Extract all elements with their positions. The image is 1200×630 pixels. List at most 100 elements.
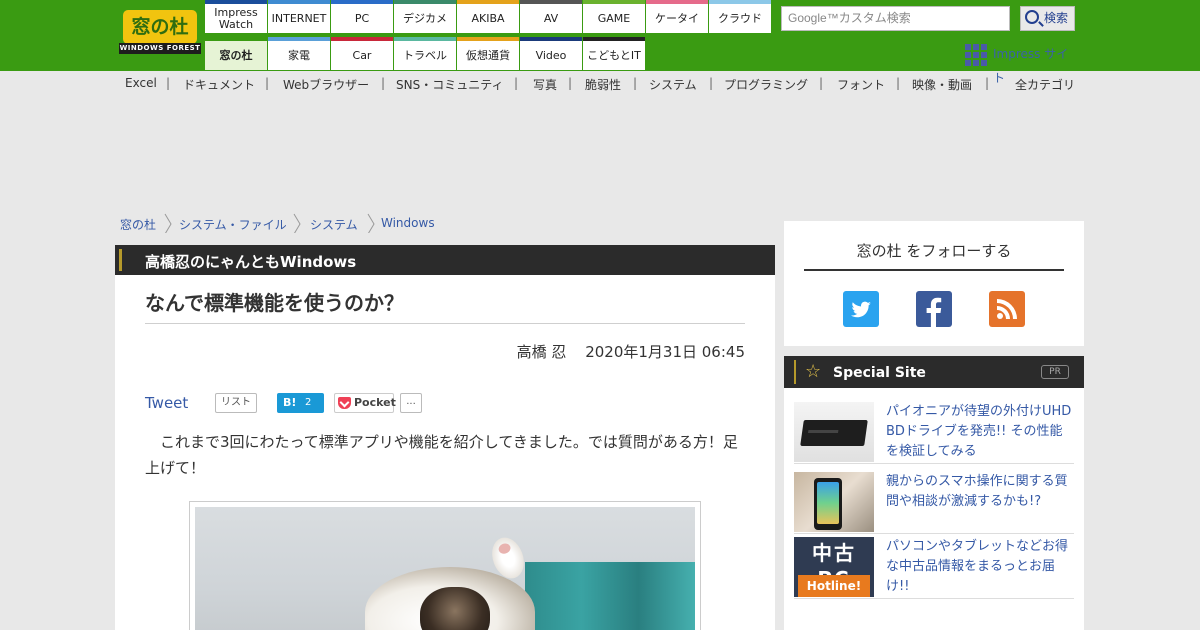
- pocket-count[interactable]: ...: [400, 393, 422, 413]
- nav-item[interactable]: PC: [331, 0, 393, 33]
- series-accent: [119, 249, 122, 271]
- search-button[interactable]: 検索: [1020, 6, 1075, 31]
- photo-curtain: [525, 562, 695, 630]
- special-item-text[interactable]: パソコンやタブレットなどお得な中古品情報をまるっとお届け!!: [886, 537, 1074, 597]
- special-item-used-pc[interactable]: 中古PC Hotline! パソコンやタブレットなどお得な中古品情報をまるっとお…: [794, 533, 1074, 599]
- category-link[interactable]: SNS・コミュニティ: [396, 76, 504, 93]
- article-date: 2020年1月31日 06:45: [585, 343, 745, 361]
- article-title: なんで標準機能を使うのか？: [145, 291, 404, 315]
- category-separator: |: [819, 76, 824, 90]
- category-link[interactable]: 脆弱性: [585, 76, 621, 93]
- logo-subtitle: WINDOWS FOREST: [119, 43, 201, 54]
- category-separator: |: [633, 76, 638, 90]
- nav-item[interactable]: デジカメ: [394, 0, 456, 33]
- article-byline: 高橋 忍 2020年1月31日 06:45: [517, 341, 745, 362]
- category-link[interactable]: 写真: [533, 76, 557, 93]
- pocket-icon: [338, 397, 351, 409]
- logo-mark: 窓の杜: [123, 10, 197, 44]
- category-link[interactable]: システム: [649, 76, 697, 93]
- nav-item[interactable]: Car: [331, 37, 393, 70]
- breadcrumb: 窓の杜 システム・ファイル システム Windows: [115, 213, 775, 233]
- series-title[interactable]: 高橋忍のにゃんともWindows: [145, 251, 356, 272]
- nav-item[interactable]: INTERNET: [268, 0, 330, 33]
- category-link[interactable]: フォント: [837, 76, 885, 93]
- twitter-button[interactable]: [843, 291, 879, 327]
- follow-divider: [804, 269, 1064, 271]
- category-bar: 全カテゴリ Excel ドキュメント Webブラウザー SNS・コミュニティ 写真 脆弱性…: [115, 76, 1085, 96]
- nav-item[interactable]: Impress Watch: [205, 0, 267, 33]
- breadcrumb-link[interactable]: Windows: [381, 216, 435, 230]
- used-pc-line2: Hotline!: [798, 575, 870, 597]
- category-separator: |: [381, 76, 386, 90]
- category-separator: |: [514, 76, 519, 90]
- special-thumb-smartphone: [794, 472, 874, 532]
- rss-button[interactable]: [989, 291, 1025, 327]
- pocket-button[interactable]: Pocket: [334, 393, 396, 413]
- tweet-button[interactable]: Tweet: [145, 394, 188, 412]
- twitter-list-button[interactable]: リスト: [215, 393, 257, 413]
- facebook-button[interactable]: [916, 291, 952, 327]
- site-nav: Impress Watch INTERNET PC デジカメ AKIBA AV GAME ケー…: [205, 0, 771, 71]
- nav-item[interactable]: GAME: [583, 0, 645, 33]
- nav-item[interactable]: 窓の杜: [205, 37, 267, 70]
- breadcrumb-link[interactable]: システム・ファイル: [179, 216, 287, 233]
- breadcrumb-link[interactable]: システム: [310, 216, 358, 233]
- series-bar: 高橋忍のにゃんともWindows: [115, 245, 775, 275]
- category-link[interactable]: ドキュメント: [183, 76, 255, 93]
- category-separator: |: [985, 76, 990, 90]
- special-item-text[interactable]: 親からのスマホ操作に関する質問や相談が激減するかも!?: [886, 472, 1074, 512]
- breadcrumb-chevron-icon: [164, 213, 172, 233]
- facebook-icon: [926, 297, 942, 327]
- rss-icon: [997, 299, 1017, 319]
- nav-item[interactable]: AV: [520, 0, 582, 33]
- hatena-bookmark-button[interactable]: B! 2: [277, 393, 324, 413]
- category-separator: |: [896, 76, 901, 90]
- special-site-header: ☆ Special Site PR: [784, 356, 1084, 388]
- nav-item[interactable]: こどもとIT: [583, 37, 645, 70]
- article-photo[interactable]: [189, 501, 701, 630]
- hatena-count: 2: [305, 397, 312, 408]
- all-categories-link[interactable]: 全カテゴリ: [1015, 76, 1075, 93]
- site-logo[interactable]: 窓の杜 WINDOWS FOREST: [115, 0, 205, 71]
- title-divider: [145, 323, 745, 324]
- star-icon: ☆: [805, 361, 822, 382]
- pocket-label: Pocket: [354, 396, 396, 409]
- article-main: 高橋忍のにゃんともWindows なんで標準機能を使うのか？ 高橋 忍 2020…: [115, 245, 775, 630]
- nav-item[interactable]: 家電: [268, 37, 330, 70]
- search-button-label: 検索: [1043, 11, 1068, 25]
- twitter-icon: [851, 301, 871, 318]
- nav-item[interactable]: トラベル: [394, 37, 456, 70]
- share-buttons: Tweet リスト B! 2 Pocket ...: [145, 391, 745, 415]
- special-thumb-used-pc: 中古PC Hotline!: [794, 537, 874, 597]
- category-separator: |: [568, 76, 573, 90]
- special-item-text[interactable]: パイオニアが待望の外付けUHD BDドライブを発売!! その性能を検証してみる: [886, 402, 1074, 462]
- cat-photo: [195, 507, 695, 630]
- search-input[interactable]: Google™カスタム検索: [781, 6, 1010, 31]
- breadcrumb-chevron-icon: [367, 213, 375, 233]
- breadcrumb-link[interactable]: 窓の杜: [120, 216, 156, 233]
- used-pc-line1: 中古PC: [812, 541, 856, 591]
- special-site-box: ☆ Special Site PR パイオニアが待望の外付けUHD BDドライブ…: [784, 356, 1084, 630]
- special-site-title: Special Site: [833, 365, 926, 381]
- category-link[interactable]: Excel: [125, 76, 157, 90]
- follow-box: 窓の杜 をフォローする: [784, 221, 1084, 346]
- breadcrumb-chevron-icon: [293, 213, 301, 233]
- category-separator: |: [265, 76, 270, 90]
- nav-item[interactable]: 仮想通貨: [457, 37, 519, 70]
- search-icon: [1025, 10, 1039, 24]
- pr-badge: PR: [1041, 365, 1069, 379]
- special-item-smartphone[interactable]: 親からのスマホ操作に関する質問や相談が激減するかも!?: [794, 468, 1074, 534]
- article-body: これまで3回にわたって標準アプリや機能を紹介してきました。では質問がある方！足上…: [145, 433, 738, 477]
- special-thumb-bd-drive: [794, 402, 874, 462]
- nav-item[interactable]: Video: [520, 37, 582, 70]
- article-author: 高橋 忍: [516, 343, 567, 361]
- special-item-uhd-bd[interactable]: パイオニアが待望の外付けUHD BDドライブを発売!! その性能を検証してみる: [794, 398, 1074, 464]
- impress-site-link[interactable]: Impress サイト: [965, 42, 1080, 85]
- category-separator: |: [709, 76, 714, 90]
- nav-item[interactable]: AKIBA: [457, 0, 519, 33]
- category-link[interactable]: 映像・動画: [912, 76, 972, 93]
- category-link[interactable]: Webブラウザー: [283, 76, 369, 93]
- nav-item[interactable]: ケータイ: [646, 0, 708, 33]
- category-link[interactable]: プログラミング: [724, 76, 808, 93]
- nav-item[interactable]: クラウド: [709, 0, 771, 33]
